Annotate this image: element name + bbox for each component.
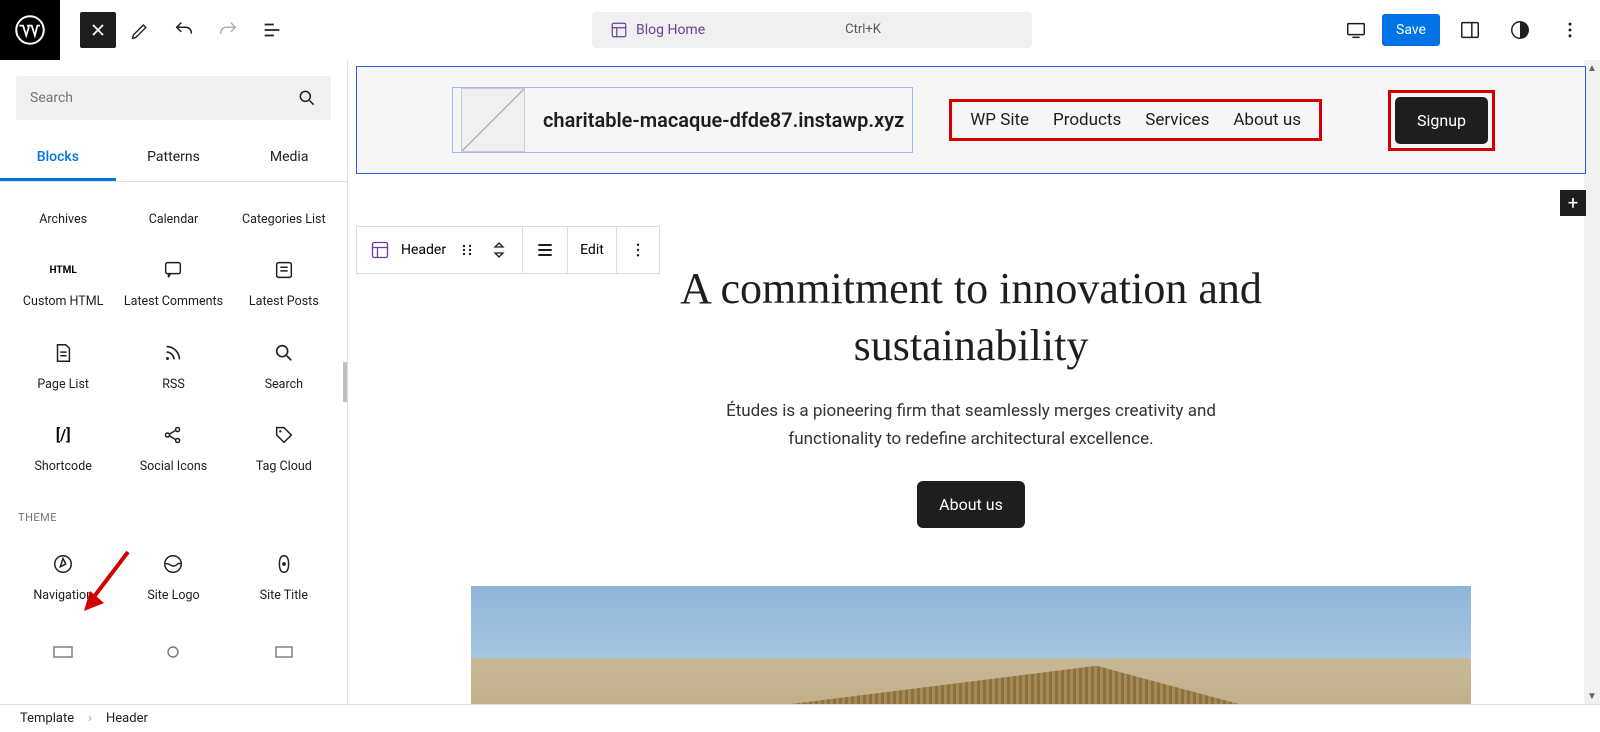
breadcrumb-bar: Template › Header [0, 704, 1600, 732]
block-placeholder[interactable] [8, 624, 118, 690]
undo-button[interactable] [164, 10, 204, 50]
tab-patterns[interactable]: Patterns [116, 136, 232, 181]
block-inserter: Blocks Patterns Media Archives Calendar … [0, 60, 348, 704]
tools-button[interactable] [120, 10, 160, 50]
chevron-right-icon: › [88, 711, 92, 726]
styles-button[interactable] [1500, 10, 1540, 50]
shortcut-hint: Ctrl+K [845, 22, 881, 37]
document-overview-button[interactable] [252, 10, 292, 50]
view-button[interactable] [1336, 10, 1376, 50]
nav-item[interactable]: About us [1233, 110, 1301, 130]
block-site-logo[interactable]: Site Logo [118, 536, 228, 618]
nav-item[interactable]: WP Site [970, 110, 1029, 130]
tab-media[interactable]: Media [231, 136, 347, 181]
block-rss[interactable]: RSS [118, 325, 228, 407]
search-icon [297, 88, 317, 108]
hero-title[interactable]: A commitment to innovation and sustainab… [611, 260, 1331, 374]
nav-item[interactable]: Services [1145, 110, 1209, 130]
move-updown-icon[interactable] [488, 239, 510, 261]
block-navigation[interactable]: Navigation [8, 536, 118, 618]
site-title[interactable]: charitable-macaque-dfde87.instawp.xyz [543, 108, 904, 132]
block-tag-cloud[interactable]: Tag Cloud [229, 407, 339, 489]
signup-button[interactable]: Signup [1395, 97, 1488, 144]
block-site-title[interactable]: Site Title [229, 536, 339, 618]
block-toolbar: Header Edit [356, 226, 660, 274]
tab-blocks[interactable]: Blocks [0, 136, 116, 181]
template-icon [610, 21, 628, 39]
wp-logo[interactable] [0, 0, 60, 60]
block-latest-posts[interactable]: Latest Posts [229, 242, 339, 324]
align-button[interactable] [523, 227, 568, 273]
block-placeholder[interactable] [229, 624, 339, 690]
template-name: Blog Home [636, 22, 705, 38]
signup-highlight: Signup [1388, 90, 1495, 151]
drag-handle-icon[interactable] [456, 239, 478, 261]
block-archives[interactable]: Archives [8, 186, 118, 242]
settings-sidebar-button[interactable] [1450, 10, 1490, 50]
navigation-block-highlight: WP Site Products Services About us [949, 99, 1322, 141]
block-calendar[interactable]: Calendar [118, 186, 228, 242]
options-button[interactable] [1550, 10, 1590, 50]
search-input[interactable] [16, 76, 331, 120]
header-template-part[interactable]: charitable-macaque-dfde87.instawp.xyz WP… [356, 66, 1586, 174]
site-logo-placeholder[interactable] [461, 88, 525, 152]
inserter-tabs: Blocks Patterns Media [0, 136, 347, 182]
redo-button[interactable] [208, 10, 248, 50]
section-theme: THEME [8, 489, 339, 536]
block-custom-html[interactable]: HTMLCustom HTML [8, 242, 118, 324]
command-bar[interactable]: Blog Home Ctrl+K [592, 12, 1032, 48]
hero-button[interactable]: About us [917, 481, 1025, 528]
crumb-header[interactable]: Header [106, 711, 148, 726]
block-latest-comments[interactable]: Latest Comments [118, 242, 228, 324]
block-social-icons[interactable]: Social Icons [118, 407, 228, 489]
editor-topbar: Blog Home Ctrl+K Save [0, 0, 1600, 60]
canvas-scrollbar[interactable]: ▲▼ [1584, 60, 1600, 704]
save-button[interactable]: Save [1382, 14, 1440, 46]
editor-canvas[interactable]: ▲▼ charitable-macaque-dfde87.instawp.xyz… [348, 60, 1600, 704]
add-block-button[interactable]: + [1560, 190, 1586, 216]
hero-image[interactable] [471, 586, 1471, 704]
nav-item[interactable]: Products [1053, 110, 1121, 130]
template-part-icon [369, 239, 391, 261]
block-page-list[interactable]: Page List [8, 325, 118, 407]
block-shortcode[interactable]: [/]Shortcode [8, 407, 118, 489]
block-placeholder[interactable] [118, 624, 228, 690]
scrollbar-thumb[interactable] [343, 362, 347, 402]
edit-button[interactable]: Edit [568, 227, 617, 273]
block-search[interactable]: Search [229, 325, 339, 407]
block-type-button[interactable]: Header [357, 227, 523, 273]
block-categories-list[interactable]: Categories List [229, 186, 339, 242]
hero-subtitle[interactable]: Études is a pioneering firm that seamles… [691, 398, 1251, 452]
close-inserter-button[interactable] [80, 12, 116, 48]
block-options-button[interactable] [617, 227, 659, 273]
crumb-template[interactable]: Template [20, 711, 74, 726]
